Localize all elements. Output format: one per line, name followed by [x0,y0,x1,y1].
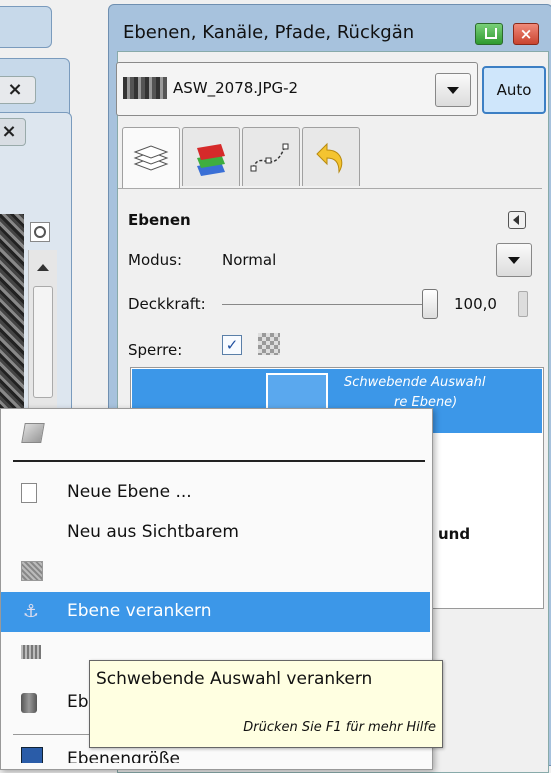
menu-item-anchor-layer[interactable]: ⚓ Ebene verankern [1,592,430,632]
panel-heading: Ebenen [128,211,191,229]
layer-name: Schwebende Auswahl [344,375,486,390]
image-dropdown-button[interactable] [435,73,471,107]
dock-close-button[interactable]: × [513,23,539,45]
tooltip-title: Schwebende Auswahl verankern [96,669,373,689]
tab-paths[interactable] [242,127,300,186]
layer-row-partial-text: und [438,525,471,543]
lock-alpha-icon[interactable] [258,333,280,355]
mode-dropdown-button[interactable] [496,243,532,277]
panel-menu-button[interactable] [508,211,526,229]
auto-button[interactable]: Auto [482,66,546,114]
layers-icon [133,145,169,171]
tooltip: Schwebende Auswahl verankern Drücken Sie… [89,660,443,748]
vertical-scrollbar[interactable] [28,250,57,408]
menu-separator [13,460,425,462]
anchor-icon: ⚓ [22,601,40,622]
tab-undo[interactable] [302,127,360,186]
mode-value[interactable]: Normal [222,251,276,269]
image-thumbnail [123,77,167,99]
merge-layers-icon[interactable] [21,561,43,581]
delete-icon [21,693,37,713]
paths-icon [250,143,289,172]
menu-item-new-from-visible[interactable]: Neu aus Sichtbarem [1,513,430,553]
tab-layers[interactable] [122,127,180,188]
tooltip-help: Drücken Sie F1 für mehr Hilfe [243,720,436,735]
tab-channels[interactable] [182,127,240,186]
scroll-thumb[interactable] [33,286,53,398]
undo-icon [316,142,343,174]
image-name: ASW_2078.JPG-2 [173,79,299,97]
opacity-label: Deckkraft: [128,295,206,313]
zoom-icon[interactable] [30,222,50,242]
image-canvas [0,214,24,408]
channels-icon [197,144,225,176]
image-selector[interactable]: ASW_2078.JPG-2 [116,62,478,116]
layer-size-icon [21,747,43,763]
lock-label: Sperre: [128,341,183,359]
dock-title: Ebenen, Kanäle, Pfade, Rückgän [123,22,415,43]
menu-item-new-layer[interactable]: Neue Ebene ... [1,473,430,513]
opacity-spinner[interactable] [518,291,528,317]
scroll-up-arrow[interactable] [37,264,49,271]
image-window-close-button[interactable]: × [0,118,26,146]
background-window-1 [0,6,52,48]
dock-min-button[interactable] [475,23,503,45]
lock-pixels-checkbox[interactable]: ✓ [222,335,242,355]
mode-label: Modus: [128,251,183,269]
edit-attributes-icon[interactable] [21,423,45,443]
close-button[interactable]: × [0,76,36,104]
merge-down-icon[interactable] [21,645,41,659]
document-icon [21,483,37,503]
layers-panel: Ebenen Modus: Normal Deckkraft: 100,0 Sp… [118,188,544,609]
layer-thumbnail [266,373,328,413]
opacity-value[interactable]: 100,0 [454,295,497,313]
opacity-slider-handle[interactable] [422,289,438,319]
opacity-slider-track[interactable] [222,304,434,305]
